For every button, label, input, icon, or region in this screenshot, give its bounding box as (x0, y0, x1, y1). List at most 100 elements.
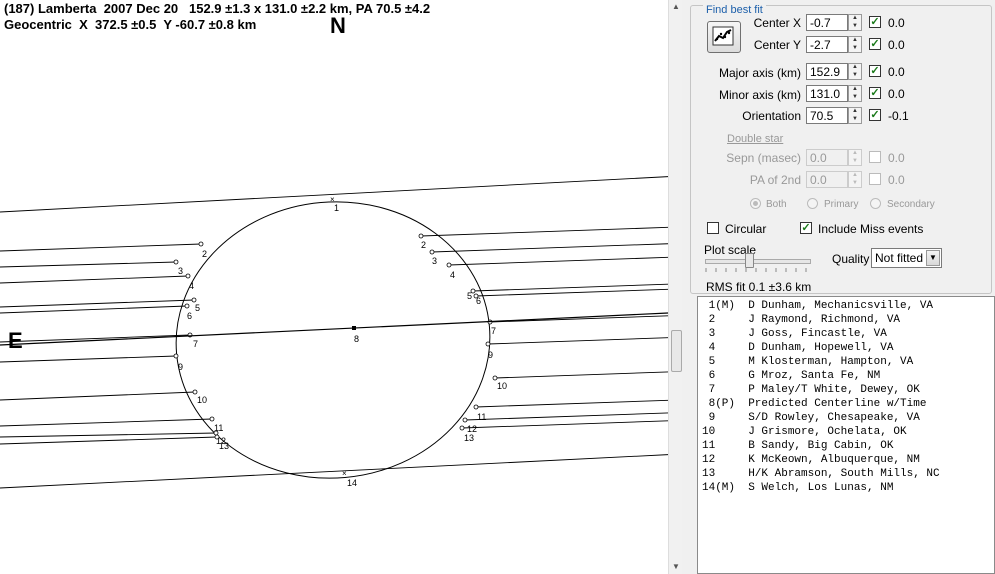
chord-label: 13 (464, 433, 474, 443)
center-y-input[interactable]: -2.7 (806, 36, 848, 53)
pa-2nd-input[interactable]: 0.0 (806, 171, 848, 188)
chord-line (420, 226, 668, 237)
chord-label: 7 (193, 339, 198, 349)
minor-axis-input[interactable]: 131.0 (806, 85, 848, 102)
chord-label: 9 (178, 362, 183, 372)
chord-line (487, 337, 668, 345)
chord-marker (462, 417, 468, 423)
center-y-spinner[interactable]: ▲ ▼ (848, 36, 862, 53)
list-item[interactable]: 13 H/K Abramson, South Mills, NC (702, 467, 940, 481)
list-item[interactable]: 12 K McKeown, Albuquerque, NM (702, 453, 920, 467)
pa-2nd-checkbox[interactable] (869, 173, 881, 185)
list-item[interactable]: 14(M) S Welch, Los Lunas, NM (702, 481, 893, 495)
chord-line (0, 391, 196, 401)
major-axis-input[interactable]: 152.9 (806, 63, 848, 80)
chord-marker (185, 273, 191, 279)
chord-label: 3 (432, 256, 437, 266)
list-item[interactable]: 11 B Sandy, Big Cabin, OK (702, 439, 893, 453)
chord-line (461, 420, 668, 429)
orientation-result: -0.1 (888, 109, 909, 123)
scroll-down-icon[interactable]: ▼ (669, 560, 683, 574)
minor-axis-spinner[interactable]: ▲ ▼ (848, 85, 862, 102)
chord-label: 3 (178, 266, 183, 276)
radio-primary-label: Primary (824, 199, 859, 210)
chord-marker (459, 425, 465, 431)
center-y-label: Center Y (753, 38, 801, 52)
chord-marker (173, 353, 179, 359)
chord-line (431, 243, 668, 253)
chord-line (494, 371, 668, 379)
pa-2nd-label: PA of 2nd (749, 173, 801, 187)
radio-primary[interactable] (807, 198, 818, 209)
chord-line (464, 412, 668, 421)
circular-label: Circular (725, 222, 767, 236)
list-item[interactable]: 3 J Goss, Fincastle, VA (702, 327, 887, 341)
chord-line (0, 275, 189, 284)
center-y-checkbox[interactable]: ✓ (869, 38, 881, 50)
major-axis-spinner[interactable]: ▲ ▼ (848, 63, 862, 80)
minor-axis-checkbox[interactable]: ✓ (869, 87, 881, 99)
header-line-2: Geocentric X 372.5 ±0.5 Y -60.7 ±0.8 km (4, 17, 257, 32)
list-item[interactable]: 5 M Klosterman, Hampton, VA (702, 355, 914, 369)
major-axis-checkbox[interactable]: ✓ (869, 65, 881, 77)
chevron-down-icon[interactable]: ▼ (926, 250, 940, 266)
north-label: N (330, 13, 346, 38)
chord-marker (213, 430, 219, 436)
chord-label: 5 (195, 303, 200, 313)
chord-label: 10 (197, 395, 207, 405)
pa-2nd-spinner[interactable]: ▲ ▼ (848, 171, 862, 188)
chord-marker (473, 404, 479, 410)
sepn-spinner[interactable]: ▲ ▼ (848, 149, 862, 166)
sepn-checkbox[interactable] (869, 151, 881, 163)
list-item[interactable]: 8(P) Predicted Centerline w/Time (702, 397, 927, 411)
chord-marker (191, 297, 197, 303)
list-item[interactable]: 10 J Grismore, Ochelata, OK (702, 425, 907, 439)
observer-list[interactable]: 1(M) D Dunham, Mechanicsville, VA 2 J Ra… (697, 296, 995, 574)
radio-both[interactable] (750, 198, 761, 209)
occultation-plot[interactable]: × 1 2 2 3 3 4 4 5 5 6 6 7 7 8 9 9 10 10 11 11 12 12 13 13 × 14 (18… (0, 0, 668, 574)
center-x-result: 0.0 (888, 16, 905, 30)
chord-label: 11 (477, 412, 486, 422)
list-item[interactable]: 2 J Raymond, Richmond, VA (702, 313, 900, 327)
chord-marker (214, 434, 220, 440)
orientation-spinner[interactable]: ▲ ▼ (848, 107, 862, 124)
list-item[interactable]: 9 S/D Rowley, Chesapeake, VA (702, 411, 920, 425)
chord-label: 1 (334, 203, 339, 213)
list-item[interactable]: 6 G Mroz, Santa Fe, NM (702, 369, 881, 383)
chord-line (0, 299, 195, 308)
list-item[interactable]: 4 D Dunham, Hopewell, VA (702, 341, 894, 355)
radio-secondary[interactable] (870, 198, 881, 209)
centerline (0, 312, 668, 346)
sepn-label: Sepn (masec) (726, 151, 801, 165)
circular-checkbox[interactable] (707, 222, 719, 234)
plot-scrollbar[interactable]: ▲ ▼ (668, 0, 683, 574)
include-miss-checkbox[interactable]: ✓ (800, 222, 812, 234)
chord-label: 6 (187, 311, 192, 321)
scroll-up-icon[interactable]: ▲ (669, 0, 683, 14)
list-item[interactable]: 7 P Maley/T White, Dewey, OK (702, 383, 920, 397)
sepn-result: 0.0 (888, 151, 905, 165)
orientation-input[interactable]: 70.5 (806, 107, 848, 124)
sepn-input[interactable]: 0.0 (806, 149, 848, 166)
scroll-thumb[interactable] (671, 330, 682, 372)
chord-line (448, 256, 668, 266)
minor-axis-result: 0.0 (888, 87, 905, 101)
plot-scale-thumb[interactable] (745, 253, 754, 268)
quality-select[interactable]: Not fitted ▼ (871, 248, 942, 268)
center-x-input[interactable]: -0.7 (806, 14, 848, 31)
include-miss-label: Include Miss events (818, 222, 924, 236)
center-x-checkbox[interactable]: ✓ (869, 16, 881, 28)
center-x-spinner[interactable]: ▲ ▼ (848, 14, 862, 31)
chord-line (475, 399, 668, 408)
chord-line (0, 261, 177, 268)
list-item[interactable]: 1(M) D Dunham, Mechanicsville, VA (702, 299, 933, 313)
chord-marker (173, 259, 179, 265)
miss-marker: × (342, 469, 347, 478)
double-star-link[interactable]: Double star (727, 133, 783, 145)
quality-value: Not fitted (875, 251, 924, 265)
plot-scale-track[interactable] (705, 259, 811, 264)
orientation-checkbox[interactable]: ✓ (869, 109, 881, 121)
chord-marker (485, 341, 491, 347)
chord-label: 2 (421, 240, 426, 250)
chord-label: 4 (450, 270, 455, 280)
